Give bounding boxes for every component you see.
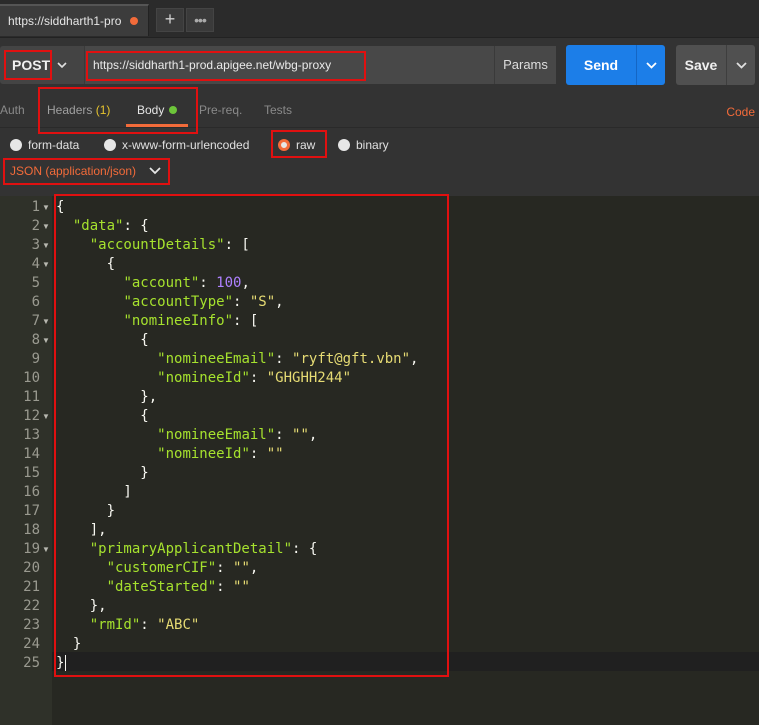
send-button[interactable]: Send (566, 45, 636, 85)
tab-bar: https://siddharth1-pro + ••• (0, 0, 759, 38)
editor-gutter: 1 ▼ 2 ▼ 3 ▼ 4 ▼ 5 6 7 ▼ 8 ▼ 9 10 11 12 ▼ 13 14 15 16 17 18 19 ▼ 20 2… (0, 196, 52, 725)
line-number: 17 (23, 503, 40, 519)
line-number: 21 (23, 579, 40, 595)
line-number: 14 (23, 446, 40, 462)
line-number: 19 (23, 541, 40, 557)
fold-toggle-icon[interactable]: ▼ (42, 241, 50, 250)
line-number: 25 (23, 655, 40, 671)
line-number: 5 (31, 275, 40, 291)
radio-form-data[interactable]: form-data (10, 138, 79, 152)
fold-toggle-icon[interactable]: ▼ (42, 260, 50, 269)
fold-toggle-icon[interactable]: ▼ (42, 545, 50, 554)
line-number: 1 (31, 199, 40, 215)
tab-prereq[interactable]: Pre-req. (199, 103, 242, 117)
save-options-button[interactable] (726, 45, 755, 85)
more-tabs-button[interactable]: ••• (186, 8, 214, 32)
line-number: 2 (31, 218, 40, 234)
fold-toggle-icon[interactable]: ▼ (42, 336, 50, 345)
method-highlight (4, 50, 52, 80)
fold-toggle-icon[interactable]: ▼ (42, 222, 50, 231)
code-link[interactable]: Code (726, 105, 755, 119)
editor-highlight (54, 194, 449, 677)
line-number: 13 (23, 427, 40, 443)
radio-label: binary (356, 138, 389, 152)
line-number: 20 (23, 560, 40, 576)
chevron-down-icon (736, 62, 747, 69)
save-button[interactable]: Save (676, 45, 726, 85)
content-type-highlight (3, 158, 170, 185)
chevron-down-icon (646, 62, 657, 69)
radio-label: x-www-form-urlencoded (122, 138, 250, 152)
line-number: 23 (23, 617, 40, 633)
request-bar: POST https://siddharth1-prod.apigee.net/… (0, 40, 759, 90)
tabs-highlight (38, 87, 198, 134)
radio-urlencoded[interactable]: x-www-form-urlencoded (104, 138, 249, 152)
request-tab[interactable]: https://siddharth1-pro (0, 4, 149, 36)
fold-toggle-icon[interactable]: ▼ (42, 317, 50, 326)
radio-binary[interactable]: binary (338, 138, 389, 152)
line-number: 18 (23, 522, 40, 538)
line-number: 8 (31, 332, 40, 348)
radio-circle-icon (10, 139, 22, 151)
url-highlight (86, 51, 366, 81)
params-button[interactable]: Params (494, 46, 556, 84)
fold-toggle-icon[interactable]: ▼ (42, 203, 50, 212)
radio-circle-icon (104, 139, 116, 151)
new-tab-button[interactable]: + (156, 8, 184, 32)
send-options-button[interactable] (636, 45, 665, 85)
fold-toggle-icon[interactable]: ▼ (42, 412, 50, 421)
line-number: 4 (31, 256, 40, 272)
line-number: 12 (23, 408, 40, 424)
line-number: 10 (23, 370, 40, 386)
line-number: 9 (31, 351, 40, 367)
line-number: 11 (23, 389, 40, 405)
raw-highlight (271, 130, 327, 158)
line-number: 6 (31, 294, 40, 310)
line-number: 24 (23, 636, 40, 652)
radio-circle-icon (338, 139, 350, 151)
radio-label: form-data (28, 138, 80, 152)
tab-tests[interactable]: Tests (264, 103, 292, 117)
text-cursor (65, 655, 66, 671)
line-number: 7 (31, 313, 40, 329)
line-number: 22 (23, 598, 40, 614)
line-number: 16 (23, 484, 40, 500)
tab-title: https://siddharth1-pro (8, 14, 122, 28)
line-number: 15 (23, 465, 40, 481)
unsaved-dot-icon (130, 17, 138, 25)
chevron-down-icon (57, 62, 67, 69)
line-number: 3 (31, 237, 40, 253)
tab-auth[interactable]: Auth (0, 103, 25, 117)
